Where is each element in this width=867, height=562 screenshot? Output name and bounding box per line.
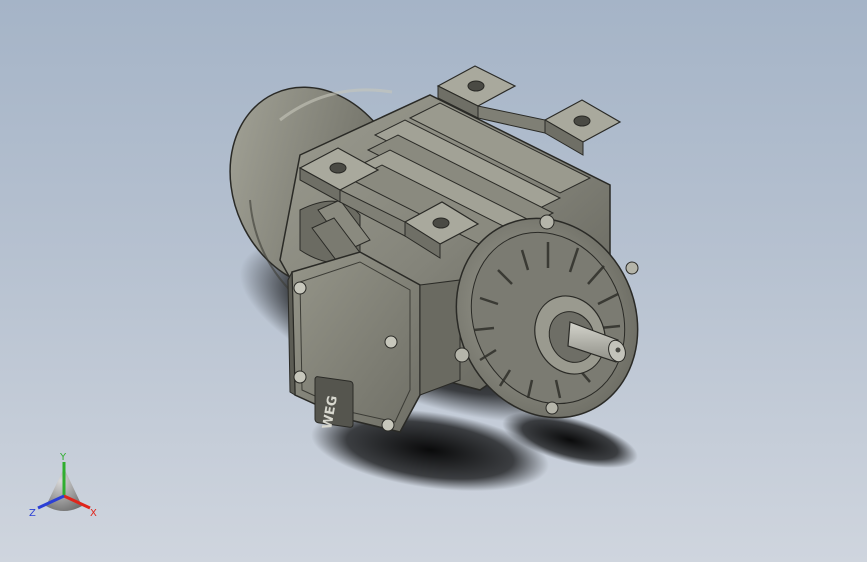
axis-triad: Y X Z: [29, 452, 97, 519]
z-axis-label: Z: [29, 508, 36, 519]
y-axis-label: Y: [59, 452, 67, 463]
x-axis-label: X: [90, 508, 97, 519]
nameplate-logo: WEG: [314, 376, 354, 430]
motor-model[interactable]: WEG: [0, 0, 867, 562]
cad-viewport[interactable]: WEG Y X Z: [0, 0, 867, 562]
